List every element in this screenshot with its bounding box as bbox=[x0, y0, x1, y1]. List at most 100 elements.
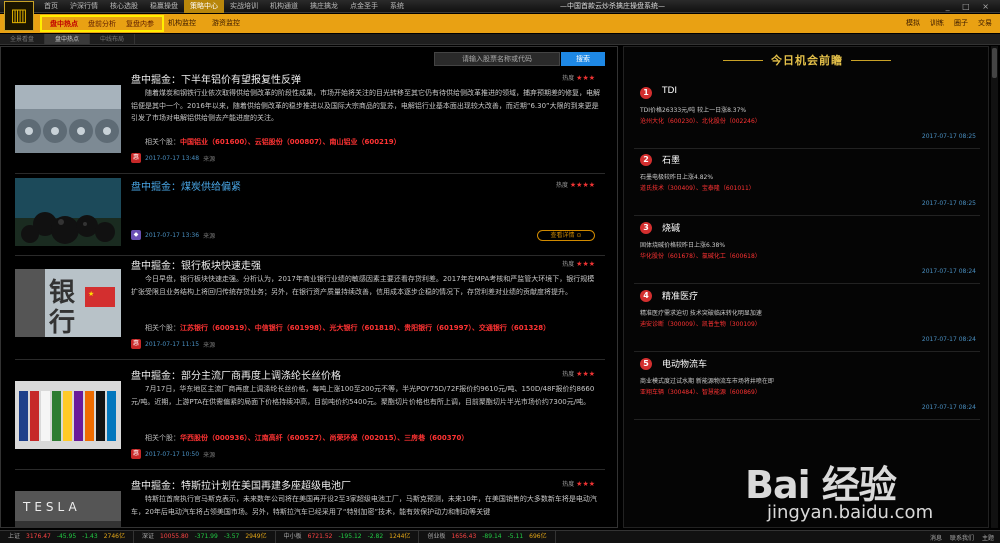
window-controls[interactable]: _ □ × bbox=[946, 0, 994, 13]
article-title[interactable]: 盘中掘金：煤炭供给偏紧 bbox=[131, 178, 241, 193]
opportunity-stocks[interactable]: 亚翔车辆（300484）、智慧能源（600869） bbox=[640, 387, 761, 396]
article-title[interactable]: 盘中掘金：下半年铝价有望报复性反弹 bbox=[131, 71, 301, 86]
related-stocks-list[interactable]: 中国铝业（601600）、云铝股份（000807）、南山铝业（600219） bbox=[180, 138, 401, 146]
index-amount: 1244亿 bbox=[389, 533, 411, 540]
opportunity-item[interactable]: 4 精准医疗 精准医疗需求迫切 技术突破临床转化明显加速 迪安诊断（300009… bbox=[634, 288, 980, 352]
opportunity-stocks[interactable]: 沧州大化（600230）、北化股份（002246） bbox=[640, 116, 761, 125]
status-bar: 上证 3176.47 -45.95 -1.43 2746亿 深证 10055.80 -371… bbox=[0, 530, 1000, 543]
menu-home[interactable]: 首页 bbox=[38, 0, 64, 13]
heat-stars: ★★★ bbox=[576, 370, 595, 378]
tool-train[interactable]: 训练 bbox=[930, 14, 944, 33]
index-quote[interactable]: 中小板 6721.52 -195.12 -2.82 1244亿 bbox=[276, 531, 420, 543]
menu-strategy-center[interactable]: 策略中心 bbox=[184, 0, 224, 13]
panel-header: 今日机会前瞻 bbox=[624, 47, 988, 73]
opportunity-stocks[interactable]: 道氏技术（300409）、宝泰隆（601011） bbox=[640, 183, 755, 192]
main-menu: 首页 沪深行情 核心选股 稳赢操盘 策略中心 实战培训 机构通道 擒庄擒龙 点金… bbox=[38, 0, 410, 13]
divider bbox=[15, 469, 605, 470]
tool-trade[interactable]: 交易 bbox=[978, 14, 992, 33]
contact-link[interactable]: 联系我们 bbox=[950, 533, 974, 542]
menu-gold[interactable]: 点金圣手 bbox=[344, 0, 384, 13]
opportunity-name[interactable]: 石墨 bbox=[662, 153, 680, 166]
index-value: 1656.43 bbox=[451, 533, 477, 540]
index-quote[interactable]: 创业板 1656.43 -89.14 -5.11 696亿 bbox=[419, 531, 556, 543]
page-tabs: 全景看盘 盘中热点 中线布局 bbox=[0, 34, 1000, 45]
menu-system[interactable]: 系统 bbox=[384, 0, 410, 13]
index-quote[interactable]: 深证 10055.80 -371.99 -3.57 2949亿 bbox=[134, 531, 276, 543]
tab-intraday-hot[interactable]: 盘中热点 bbox=[45, 34, 91, 44]
search-input[interactable]: 请输入股票名称或代码 bbox=[434, 52, 560, 66]
related-stocks-list[interactable]: 华西股份（000936）、江南高纤（600527）、尚荣环保（002015）、三… bbox=[180, 434, 468, 442]
related-stocks-label: 相关个股： bbox=[145, 434, 180, 442]
search-bar: 请输入股票名称或代码 搜索 bbox=[434, 52, 605, 66]
opportunity-name[interactable]: 烧碱 bbox=[662, 221, 680, 234]
opportunity-name[interactable]: TDI bbox=[662, 86, 677, 96]
article-card[interactable]: TESLA 盘中掘金：特斯拉计划在美国再建多座超级电池厂 热度 ★★★ 特斯拉首… bbox=[15, 477, 605, 527]
subtab-intraday-hot[interactable]: 盘中热点 bbox=[45, 19, 83, 29]
article-thumbnail: TESLA bbox=[15, 491, 121, 527]
svg-text:银: 银 bbox=[49, 278, 76, 308]
tab-midterm[interactable]: 中线布局 bbox=[90, 34, 136, 44]
view-details-button[interactable]: 查看详情 ⊙ bbox=[537, 230, 595, 241]
heat-rating: 热度 ★★★ bbox=[562, 73, 595, 82]
heat-rating: 热度 ★★★★ bbox=[556, 180, 595, 189]
subtab-institution-monitor[interactable]: 机构监控 bbox=[168, 14, 196, 33]
opportunity-item[interactable]: 5 电动物流车 商业模式度过试水期 新能源物流车市场将井喷在即 亚翔车辆（300… bbox=[634, 356, 980, 420]
subtab-review[interactable]: 复盘内参 bbox=[121, 19, 159, 29]
related-stocks: 相关个股：华西股份（000936）、江南高纤（600527）、尚荣环保（0020… bbox=[145, 433, 468, 443]
app-logo-icon: ▥ bbox=[4, 1, 34, 31]
article-thumbnail: 银 行 ★ bbox=[15, 269, 121, 337]
article-source: 来源 bbox=[203, 341, 216, 349]
article-card[interactable]: 盘中掘金：下半年铝价有望报复性反弹 热度 ★★★ 随着煤炭和钢铁行业依次取得供给… bbox=[15, 71, 605, 171]
source-badge-icon: 惠 bbox=[131, 339, 141, 349]
theme-link[interactable]: 主题 bbox=[982, 533, 994, 542]
index-name: 深证 bbox=[141, 533, 154, 540]
article-title[interactable]: 盘中掘金：银行板块快速走强 bbox=[131, 257, 261, 272]
opportunity-name[interactable]: 电动物流车 bbox=[662, 357, 707, 370]
index-change: -195.12 bbox=[338, 533, 362, 540]
article-card[interactable]: 盘中掘金：煤炭供给偏紧 热度 ★★★★ ◆ 2017-07-17 13:36 来源 … bbox=[15, 178, 605, 256]
menu-institution[interactable]: 机构通道 bbox=[264, 0, 304, 13]
article-title[interactable]: 盘中掘金：特斯拉计划在美国再建多座超级电池厂 bbox=[131, 477, 351, 492]
article-card[interactable]: 银 行 ★ 盘中掘金：银行板块快速走强 热度 ★★★ 今日早盘，银行板块快速走强… bbox=[15, 257, 605, 357]
opportunity-panel: 今日机会前瞻 1 TDI TDI价格26333元/吨 较上一日涨8.37% 沧州… bbox=[623, 46, 989, 528]
opportunity-stocks[interactable]: 迪安诊断（300009）、凯普生物（300109） bbox=[640, 319, 761, 328]
opportunity-name[interactable]: 精准医疗 bbox=[662, 289, 698, 302]
opportunity-item[interactable]: 3 烧碱 固体烧碱价格较昨日上涨6.38% 华化股份（601678）、氯碱化工（… bbox=[634, 220, 980, 284]
article-card[interactable]: 盘中掘金：部分主流厂商再度上调涤纶长丝价格 热度 ★★★ 7月17日，华东地区主… bbox=[15, 367, 605, 467]
heat-rating: 热度 ★★★ bbox=[562, 259, 595, 268]
menu-trading[interactable]: 稳赢操盘 bbox=[144, 0, 184, 13]
article-thumbnail bbox=[15, 85, 121, 153]
rank-badge: 2 bbox=[640, 154, 652, 166]
menu-dragon[interactable]: 擒庄擒龙 bbox=[304, 0, 344, 13]
related-stocks-label: 相关个股： bbox=[145, 138, 180, 146]
rank-badge: 5 bbox=[640, 358, 652, 370]
index-name: 上证 bbox=[8, 533, 21, 540]
article-title[interactable]: 盘中掘金：部分主流厂商再度上调涤纶长丝价格 bbox=[131, 367, 341, 382]
article-body: 随着煤炭和钢铁行业依次取得供给侧改革的阶段性成果，市场开始将关注的目光转移至其它… bbox=[131, 89, 600, 122]
subtab-premarket[interactable]: 盘前分析 bbox=[83, 19, 121, 29]
messages-link[interactable]: 消息 bbox=[930, 533, 942, 542]
menu-market[interactable]: 沪深行情 bbox=[64, 0, 104, 13]
related-stocks-list[interactable]: 江苏银行（600919）、中信银行（601998）、光大银行（601818）、贵… bbox=[180, 324, 550, 332]
opportunity-time: 2017-07-17 08:24 bbox=[921, 404, 976, 411]
article-meta: 惠 2017-07-17 11:15 来源 bbox=[131, 339, 215, 349]
source-badge-icon: ◆ bbox=[131, 230, 141, 240]
divider bbox=[851, 59, 891, 61]
heat-stars: ★★★★ bbox=[569, 181, 595, 189]
tab-overview[interactable]: 全景看盘 bbox=[0, 34, 46, 44]
opportunity-item[interactable]: 1 TDI TDI价格26333元/吨 较上一日涨8.37% 沧州大化（6002… bbox=[634, 85, 980, 149]
menu-training[interactable]: 实战培训 bbox=[224, 0, 264, 13]
heat-stars: ★★★ bbox=[576, 260, 595, 268]
related-stocks-label: 相关个股： bbox=[145, 324, 180, 332]
opportunity-item[interactable]: 2 石墨 石墨电极较昨日上涨4.82% 道氏技术（300409）、宝泰隆（601… bbox=[634, 152, 980, 216]
opportunity-stocks[interactable]: 华化股份（601678）、氯碱化工（600618） bbox=[640, 251, 761, 260]
subtab-hotmoney-monitor[interactable]: 游资监控 bbox=[212, 14, 240, 33]
tool-simulate[interactable]: 模拟 bbox=[906, 14, 920, 33]
vertical-scrollbar[interactable] bbox=[991, 46, 998, 528]
tool-circle[interactable]: 圈子 bbox=[954, 14, 968, 33]
index-quote[interactable]: 上证 3176.47 -45.95 -1.43 2746亿 bbox=[0, 531, 134, 543]
sub-toolbar: 盘中热点 盘前分析 复盘内参 机构监控 游资监控 模拟 训练 圈子 交易 bbox=[0, 14, 1000, 33]
menu-stock-picking[interactable]: 核心选股 bbox=[104, 0, 144, 13]
scrollbar-thumb[interactable] bbox=[992, 48, 997, 78]
search-button[interactable]: 搜索 bbox=[561, 52, 605, 66]
